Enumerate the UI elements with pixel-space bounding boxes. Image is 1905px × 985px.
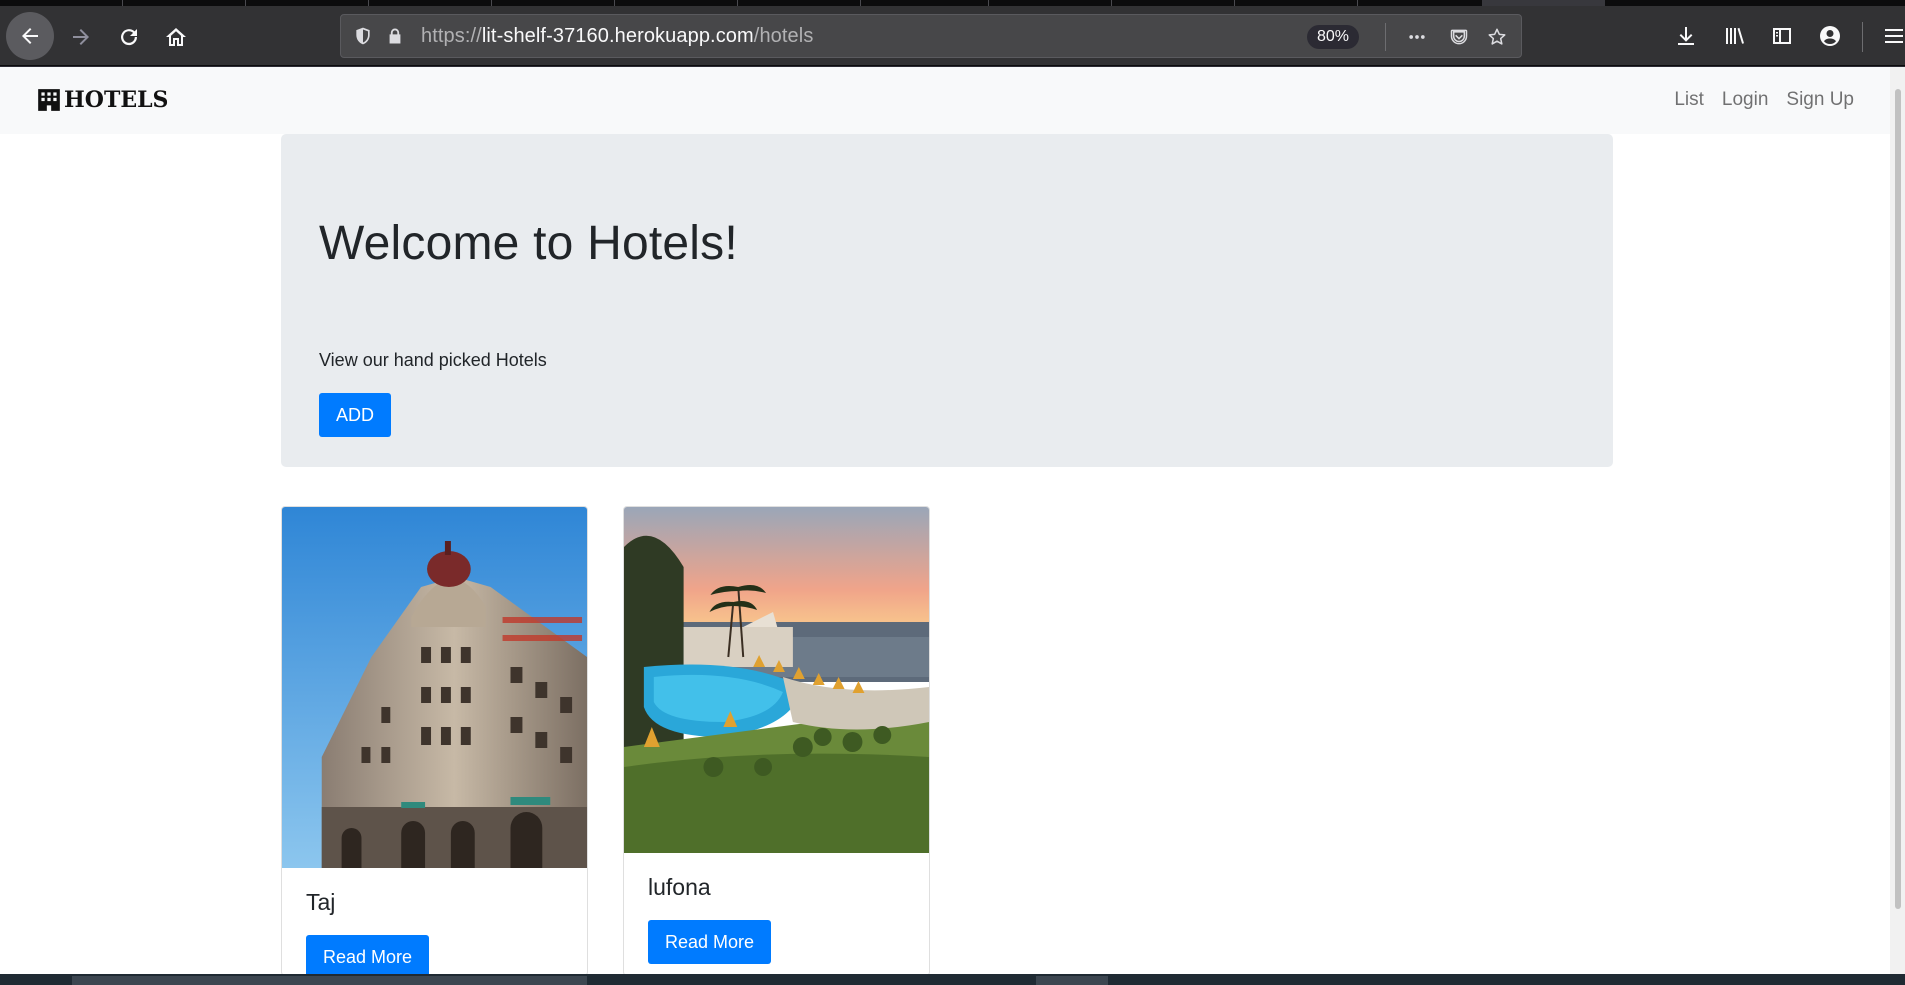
account-icon [1820,26,1840,46]
back-button[interactable] [6,12,54,60]
home-button[interactable] [153,14,199,60]
taskbar-item[interactable] [72,976,587,985]
library-icon [1726,27,1744,44]
browser-toolbar: https://lit-shelf-37160.herokuapp.com/ho… [0,6,1905,66]
account-button[interactable] [1808,14,1852,58]
hotel-image[interactable] [624,507,929,853]
downloads-button[interactable] [1664,14,1708,58]
nav-link-signup[interactable]: Sign Up [1777,89,1863,111]
nav-links: List Login Sign Up [1665,89,1863,111]
home-icon [166,28,186,46]
address-bar[interactable]: https://lit-shelf-37160.herokuapp.com/ho… [340,14,1522,58]
urlbar-separator [1385,23,1386,51]
back-arrow-icon [22,28,38,44]
toolbar-separator [1862,22,1863,52]
brand-logo[interactable]: HOTELS [36,87,168,113]
os-taskbar [0,974,1905,985]
hotel-name: Taj [306,889,336,915]
url-host: lit-shelf-37160.herokuapp.com [481,24,754,47]
menu-button[interactable] [1872,14,1905,58]
forward-arrow-icon [73,29,89,45]
page-viewport: HOTELS List Login Sign Up Welcome to Hot… [0,67,1905,974]
url-scheme: https:// [421,24,482,47]
nav-link-list[interactable]: List [1665,89,1713,111]
hotel-name: lufona [648,874,711,900]
vertical-scrollbar[interactable] [1890,67,1905,974]
forward-button[interactable] [58,14,104,60]
sidebar-button[interactable] [1760,14,1804,58]
read-more-button[interactable]: Read More [306,935,429,974]
building-icon [38,89,60,111]
page-title: Welcome to Hotels! [319,217,738,270]
reload-button[interactable] [106,14,152,60]
add-hotel-button[interactable]: ADD [319,393,391,437]
pocket-icon[interactable] [1443,15,1475,59]
jumbotron: Welcome to Hotels! View our hand picked … [281,134,1613,467]
hamburger-menu-icon [1885,29,1903,43]
site-navbar: HOTELS List Login Sign Up [0,67,1890,134]
sidebar-icon [1773,28,1791,44]
hotel-card: lufona Read More [623,506,930,974]
page-subtitle: View our hand picked Hotels [319,350,547,370]
lock-icon[interactable] [379,14,411,58]
zoom-indicator[interactable]: 80% [1307,25,1360,49]
brand-text: HOTELS [64,87,169,113]
nav-link-login[interactable]: Login [1713,89,1778,111]
hotel-card: Taj Read More [281,506,588,974]
library-button[interactable] [1712,14,1756,58]
scrollbar-thumb[interactable] [1895,89,1901,909]
url-text: https://lit-shelf-37160.herokuapp.com/ho… [421,25,813,48]
read-more-button[interactable]: Read More [648,920,771,964]
url-path: /hotels [753,24,814,47]
page-actions-icon[interactable] [1401,15,1433,59]
bookmark-star-icon[interactable] [1481,15,1513,59]
reload-icon [121,29,138,46]
download-icon [1678,27,1694,45]
hotel-image[interactable] [282,507,587,868]
taskbar-item[interactable] [1036,976,1108,985]
tracking-protection-shield-icon[interactable] [347,14,379,58]
